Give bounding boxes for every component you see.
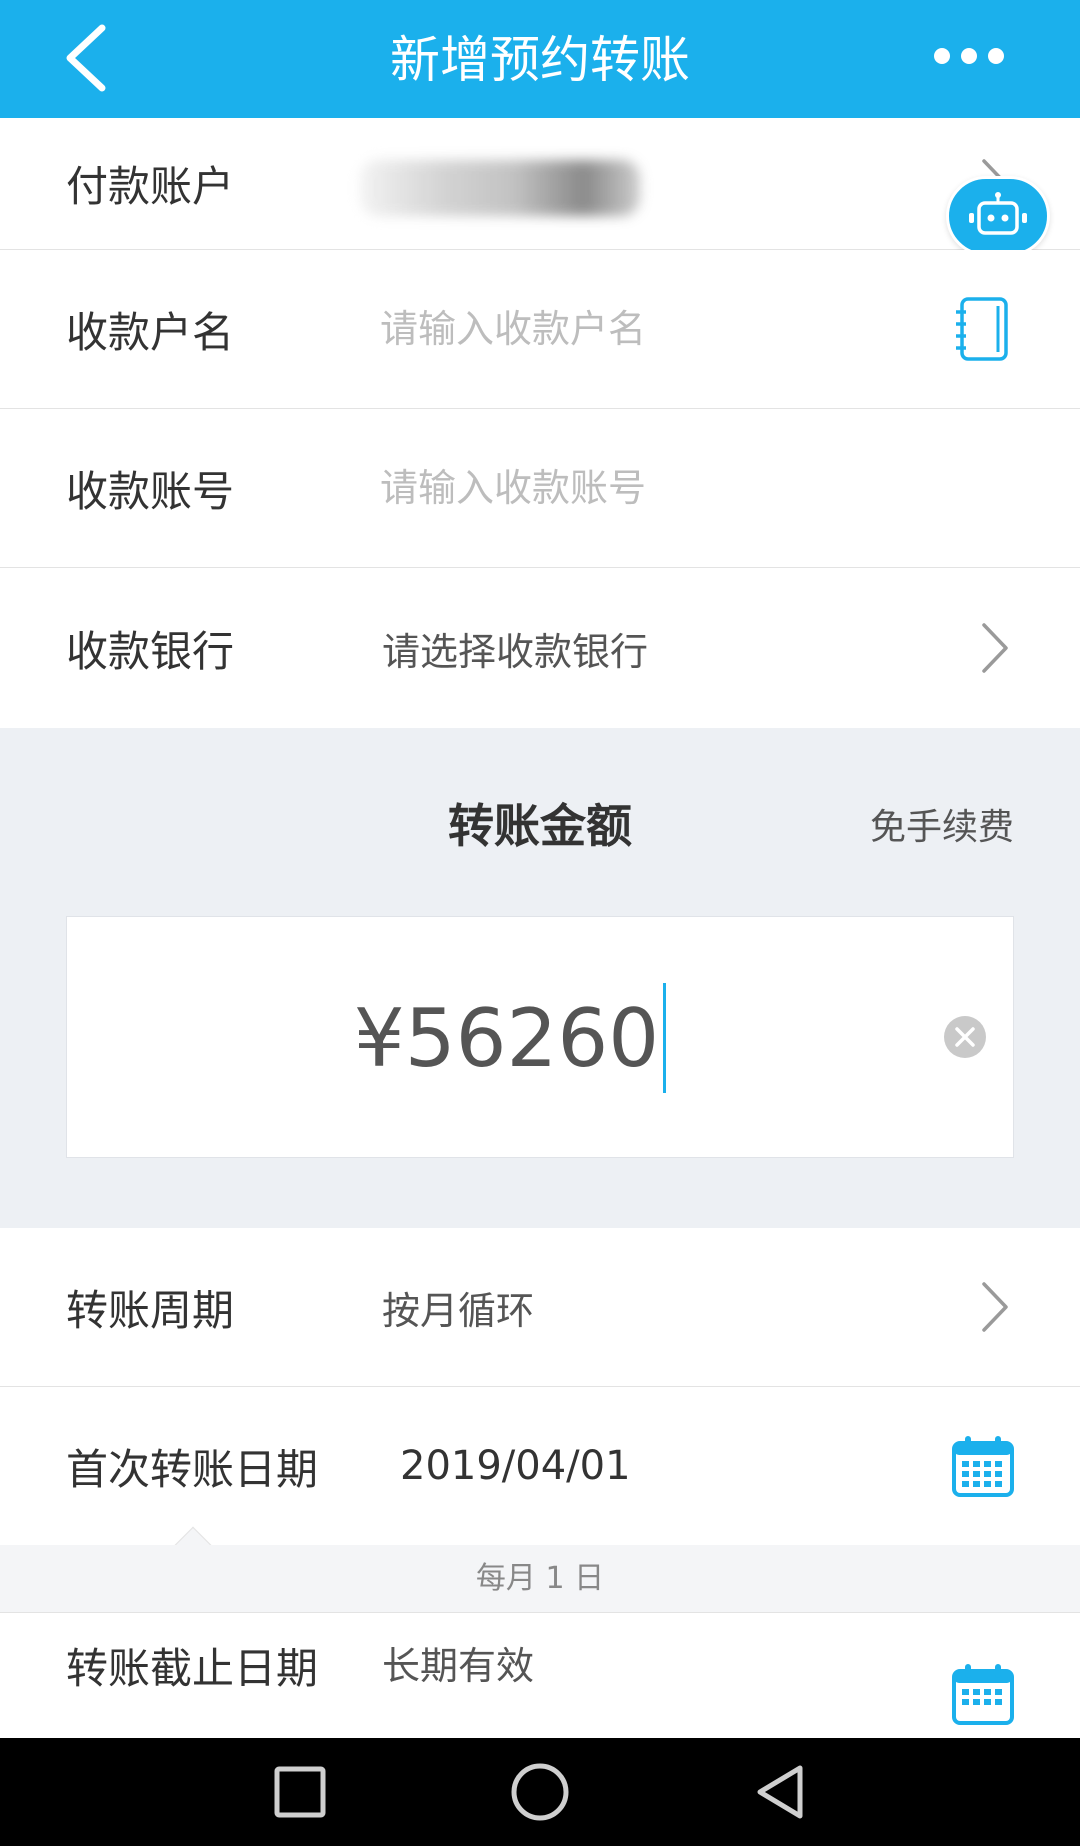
end-date-label: 转账截止日期 — [66, 1644, 319, 1693]
payer-account-label: 付款账户 — [66, 162, 235, 211]
robot-icon — [969, 192, 1027, 235]
payee-bank-select[interactable]: 请选择收款银行 — [382, 568, 648, 728]
app-screen: 新增预约转账 付款账户 收款户名 请输入收款户名 收款账号 请输入收款账号 收款… — [0, 0, 1080, 1846]
payee-account-input[interactable] — [380, 456, 900, 520]
end-date-value[interactable]: 长期有效 — [382, 1635, 534, 1690]
chevron-right-icon — [982, 623, 1008, 673]
first-date-label: 首次转账日期 — [66, 1444, 319, 1494]
more-button[interactable] — [932, 34, 1006, 78]
calendar-icon[interactable] — [952, 1435, 1014, 1497]
transfer-cycle-label: 转账周期 — [66, 1285, 235, 1335]
end-date-row[interactable]: 转账截止日期 长期有效 — [0, 1613, 1080, 1738]
transfer-cycle-row[interactable]: 转账周期 按月循环 — [0, 1228, 1080, 1387]
amount-section: 转账金额 免手续费 ¥56260 — [0, 728, 1080, 1228]
back-button[interactable] — [56, 20, 126, 96]
chevron-right-icon — [982, 1282, 1008, 1332]
first-date-row[interactable]: 首次转账日期 2019/04/01 — [0, 1387, 1080, 1545]
first-date-value[interactable]: 2019/04/01 — [400, 1387, 631, 1545]
payee-bank-label: 收款银行 — [66, 626, 235, 676]
payee-account-label: 收款账号 — [66, 466, 235, 516]
top-bar: 新增预约转账 — [0, 0, 1080, 118]
chevron-left-icon — [66, 24, 106, 92]
payee-bank-row[interactable]: 收款银行 请选择收款银行 — [0, 568, 1080, 728]
transfer-cycle-select[interactable]: 按月循环 — [382, 1228, 534, 1386]
monthly-hint: 每月 1 日 — [0, 1545, 1080, 1613]
text-cursor — [663, 983, 667, 1093]
assistant-robot-button[interactable] — [946, 176, 1050, 256]
more-dots-icon — [934, 48, 1004, 64]
system-nav-bar — [0, 1738, 1080, 1846]
contacts-book-icon[interactable] — [954, 296, 1012, 362]
masked-account-number — [360, 160, 640, 216]
system-back-button[interactable] — [748, 1760, 812, 1824]
triangle-back-icon — [757, 1765, 803, 1819]
calendar-icon[interactable] — [952, 1663, 1014, 1725]
amount-input[interactable]: ¥56260 — [67, 917, 1013, 1159]
payee-name-input[interactable] — [380, 297, 900, 361]
recent-apps-button[interactable] — [268, 1760, 332, 1824]
circle-home-icon — [511, 1763, 569, 1821]
payee-name-row: 收款户名 — [0, 250, 1080, 409]
square-recent-icon — [274, 1766, 326, 1818]
clear-icon[interactable] — [943, 1015, 987, 1059]
amount-title: 转账金额 — [448, 799, 632, 853]
amount-value: ¥56260 — [353, 991, 660, 1085]
amount-input-box[interactable]: ¥56260 — [66, 916, 1014, 1158]
payer-account-row[interactable]: 付款账户 — [0, 118, 1080, 250]
home-button[interactable] — [508, 1760, 572, 1824]
payee-account-row: 收款账号 — [0, 409, 1080, 568]
page-title: 新增预约转账 — [390, 31, 690, 89]
payee-name-label: 收款户名 — [66, 307, 235, 357]
fee-note: 免手续费 — [869, 807, 1014, 848]
